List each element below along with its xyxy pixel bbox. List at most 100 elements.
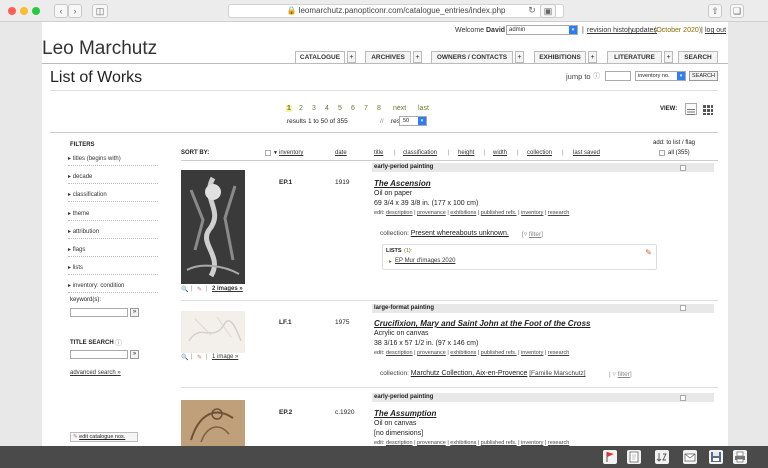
role-select[interactable]: admin ▾ [506,25,578,35]
tab-archives-add-icon[interactable]: + [413,51,422,63]
grid-view-icon[interactable] [702,103,714,115]
page-link-5[interactable]: 5 [338,105,342,112]
revision-history-link[interactable]: revision history [587,27,634,34]
entry-select-checkbox[interactable] [680,395,686,401]
filter-classification[interactable]: ▸ classification [68,188,158,202]
sort-height[interactable]: height [458,150,474,156]
help-icon[interactable]: ⓘ [593,71,600,81]
page-link-6[interactable]: 6 [351,105,355,112]
tab-search[interactable]: SEARCH [678,51,718,63]
page-link-4[interactable]: 4 [325,105,329,112]
artwork-thumbnail[interactable] [181,400,245,446]
page-link-3[interactable]: 3 [312,105,316,112]
filter-titles[interactable]: ▸ titles (begins with) [68,152,158,166]
filter-flags[interactable]: ▸ flags [68,243,158,257]
filter-inventory-condition[interactable]: ▸ inventory: condition [68,279,158,293]
logout-link[interactable]: log out [705,27,726,34]
tab-owners-add-icon[interactable]: + [515,51,524,63]
collection-link[interactable]: Marchutz Collection, Aix-en-Provence [411,370,528,377]
zoom-icon[interactable]: 🔍 [181,286,188,293]
edit-exhibitions-link[interactable]: exhibitions [450,350,476,356]
jump-search-button[interactable]: SEARCH [689,71,718,81]
sort-checkbox[interactable] [265,150,271,156]
tab-literature[interactable]: LITERATURE [607,51,662,63]
entry-select-checkbox[interactable] [680,305,686,311]
page-link-8[interactable]: 8 [377,105,381,112]
results-per-page-select[interactable]: 50 ▾ [399,116,427,126]
tab-catalogue-add-icon[interactable]: + [347,51,356,63]
filter-theme[interactable]: ▸ theme [68,207,158,221]
help-icon[interactable]: ⓘ [115,338,122,348]
sidebar-toggle-icon[interactable]: ◫ [92,4,108,18]
airplay-icon[interactable]: ▣ [540,4,556,18]
sort-title[interactable]: title [374,150,383,156]
sort-classification[interactable]: classification [403,150,437,156]
pencil-icon[interactable]: ✎ [197,286,202,293]
edit-description-link[interactable]: description [386,210,413,216]
jump-type-select[interactable]: inventory no. ▾ [635,71,686,81]
pencil-icon[interactable]: ✎ [197,354,202,361]
tab-exhibitions-add-icon[interactable]: + [588,51,597,63]
list-item-link[interactable]: EP Mur d'images 2020 [395,258,455,264]
filter-decade[interactable]: ▸ decade [68,170,158,184]
forward-icon[interactable]: › [68,4,82,18]
share-icon[interactable]: ⇧ [708,4,722,18]
edit-published-refs-link[interactable]: published refs. [481,210,517,216]
entry-title-link[interactable]: The Assumption [374,409,436,418]
mail-icon[interactable] [683,450,697,464]
address-bar[interactable]: 🔒 leomarchutz.panopticonr.com/catalogue_… [228,4,564,18]
entry-title-link[interactable]: Crucifixion, Mary and Saint John at the … [374,319,590,328]
sort-inventory[interactable]: inventory [279,150,303,156]
save-icon[interactable] [709,450,723,464]
advanced-search-link[interactable]: advanced search » [70,370,121,376]
edit-inventory-link[interactable]: inventory [521,350,543,356]
sort-collection[interactable]: collection [527,150,552,156]
images-link[interactable]: 1 image » [212,354,238,360]
edit-research-link[interactable]: research [548,350,569,356]
edit-published-refs-link[interactable]: published refs. [481,350,517,356]
keyword-go-button[interactable]: » [130,308,139,317]
artwork-thumbnail[interactable] [181,311,245,353]
edit-provenance-link[interactable]: provenance [417,350,446,356]
zoom-icon[interactable]: 🔍 [181,354,188,361]
edit-description-link[interactable]: description [386,350,413,356]
tab-owners-contacts[interactable]: OWNERS / CONTACTS [431,51,513,63]
collection-owner-link[interactable]: [Famille Marschutz] [529,370,585,377]
tab-archives[interactable]: ARCHIVES [365,51,411,63]
edit-provenance-link[interactable]: provenance [417,210,446,216]
page-link-7[interactable]: 7 [364,105,368,112]
back-icon[interactable]: ‹ [54,4,68,18]
filter-toggle[interactable]: [▿ filter] [522,230,543,238]
jump-to-input[interactable] [605,71,631,81]
list-view-icon[interactable] [685,103,697,115]
artwork-thumbnail[interactable] [181,170,245,284]
next-page-link[interactable]: next [393,105,406,112]
filter-attribution[interactable]: ▸ attribution [68,225,158,239]
edit-research-link[interactable]: research [548,210,569,216]
images-link[interactable]: 2 images » [212,286,243,292]
zoom-window-icon[interactable] [32,7,40,15]
edit-inventory-link[interactable]: inventory [521,210,543,216]
title-search-go-button[interactable]: » [130,350,139,359]
sort-last-saved[interactable]: last saved [573,150,600,156]
edit-catalogue-nos-button[interactable]: ✎ edit catalogue nos. [70,432,138,442]
filter-toggle[interactable]: | ▿ filter] [609,370,632,378]
sort-az-icon[interactable] [655,450,669,464]
tab-exhibitions[interactable]: EXHIBITIONS [534,51,586,63]
close-window-icon[interactable] [8,7,16,15]
last-page-link[interactable]: last [418,105,429,112]
document-icon[interactable] [627,450,641,464]
entry-select-checkbox[interactable] [680,165,686,171]
title-search-input[interactable] [70,350,128,359]
edit-exhibitions-link[interactable]: exhibitions [450,210,476,216]
entry-title-link[interactable]: The Ascension [374,179,431,188]
tab-catalogue[interactable]: CATALOGUE [295,51,345,63]
page-link-1[interactable]: 1 [286,105,292,112]
collection-link[interactable]: Present whereabouts unknown. [411,230,509,237]
minimize-window-icon[interactable] [20,7,28,15]
filter-lists[interactable]: ▸ lists [68,261,158,275]
keyword-input[interactable] [70,308,128,317]
sort-width[interactable]: width [493,150,507,156]
pencil-icon[interactable]: ✎ [645,248,652,257]
tabs-overview-icon[interactable]: ❏ [730,4,744,18]
